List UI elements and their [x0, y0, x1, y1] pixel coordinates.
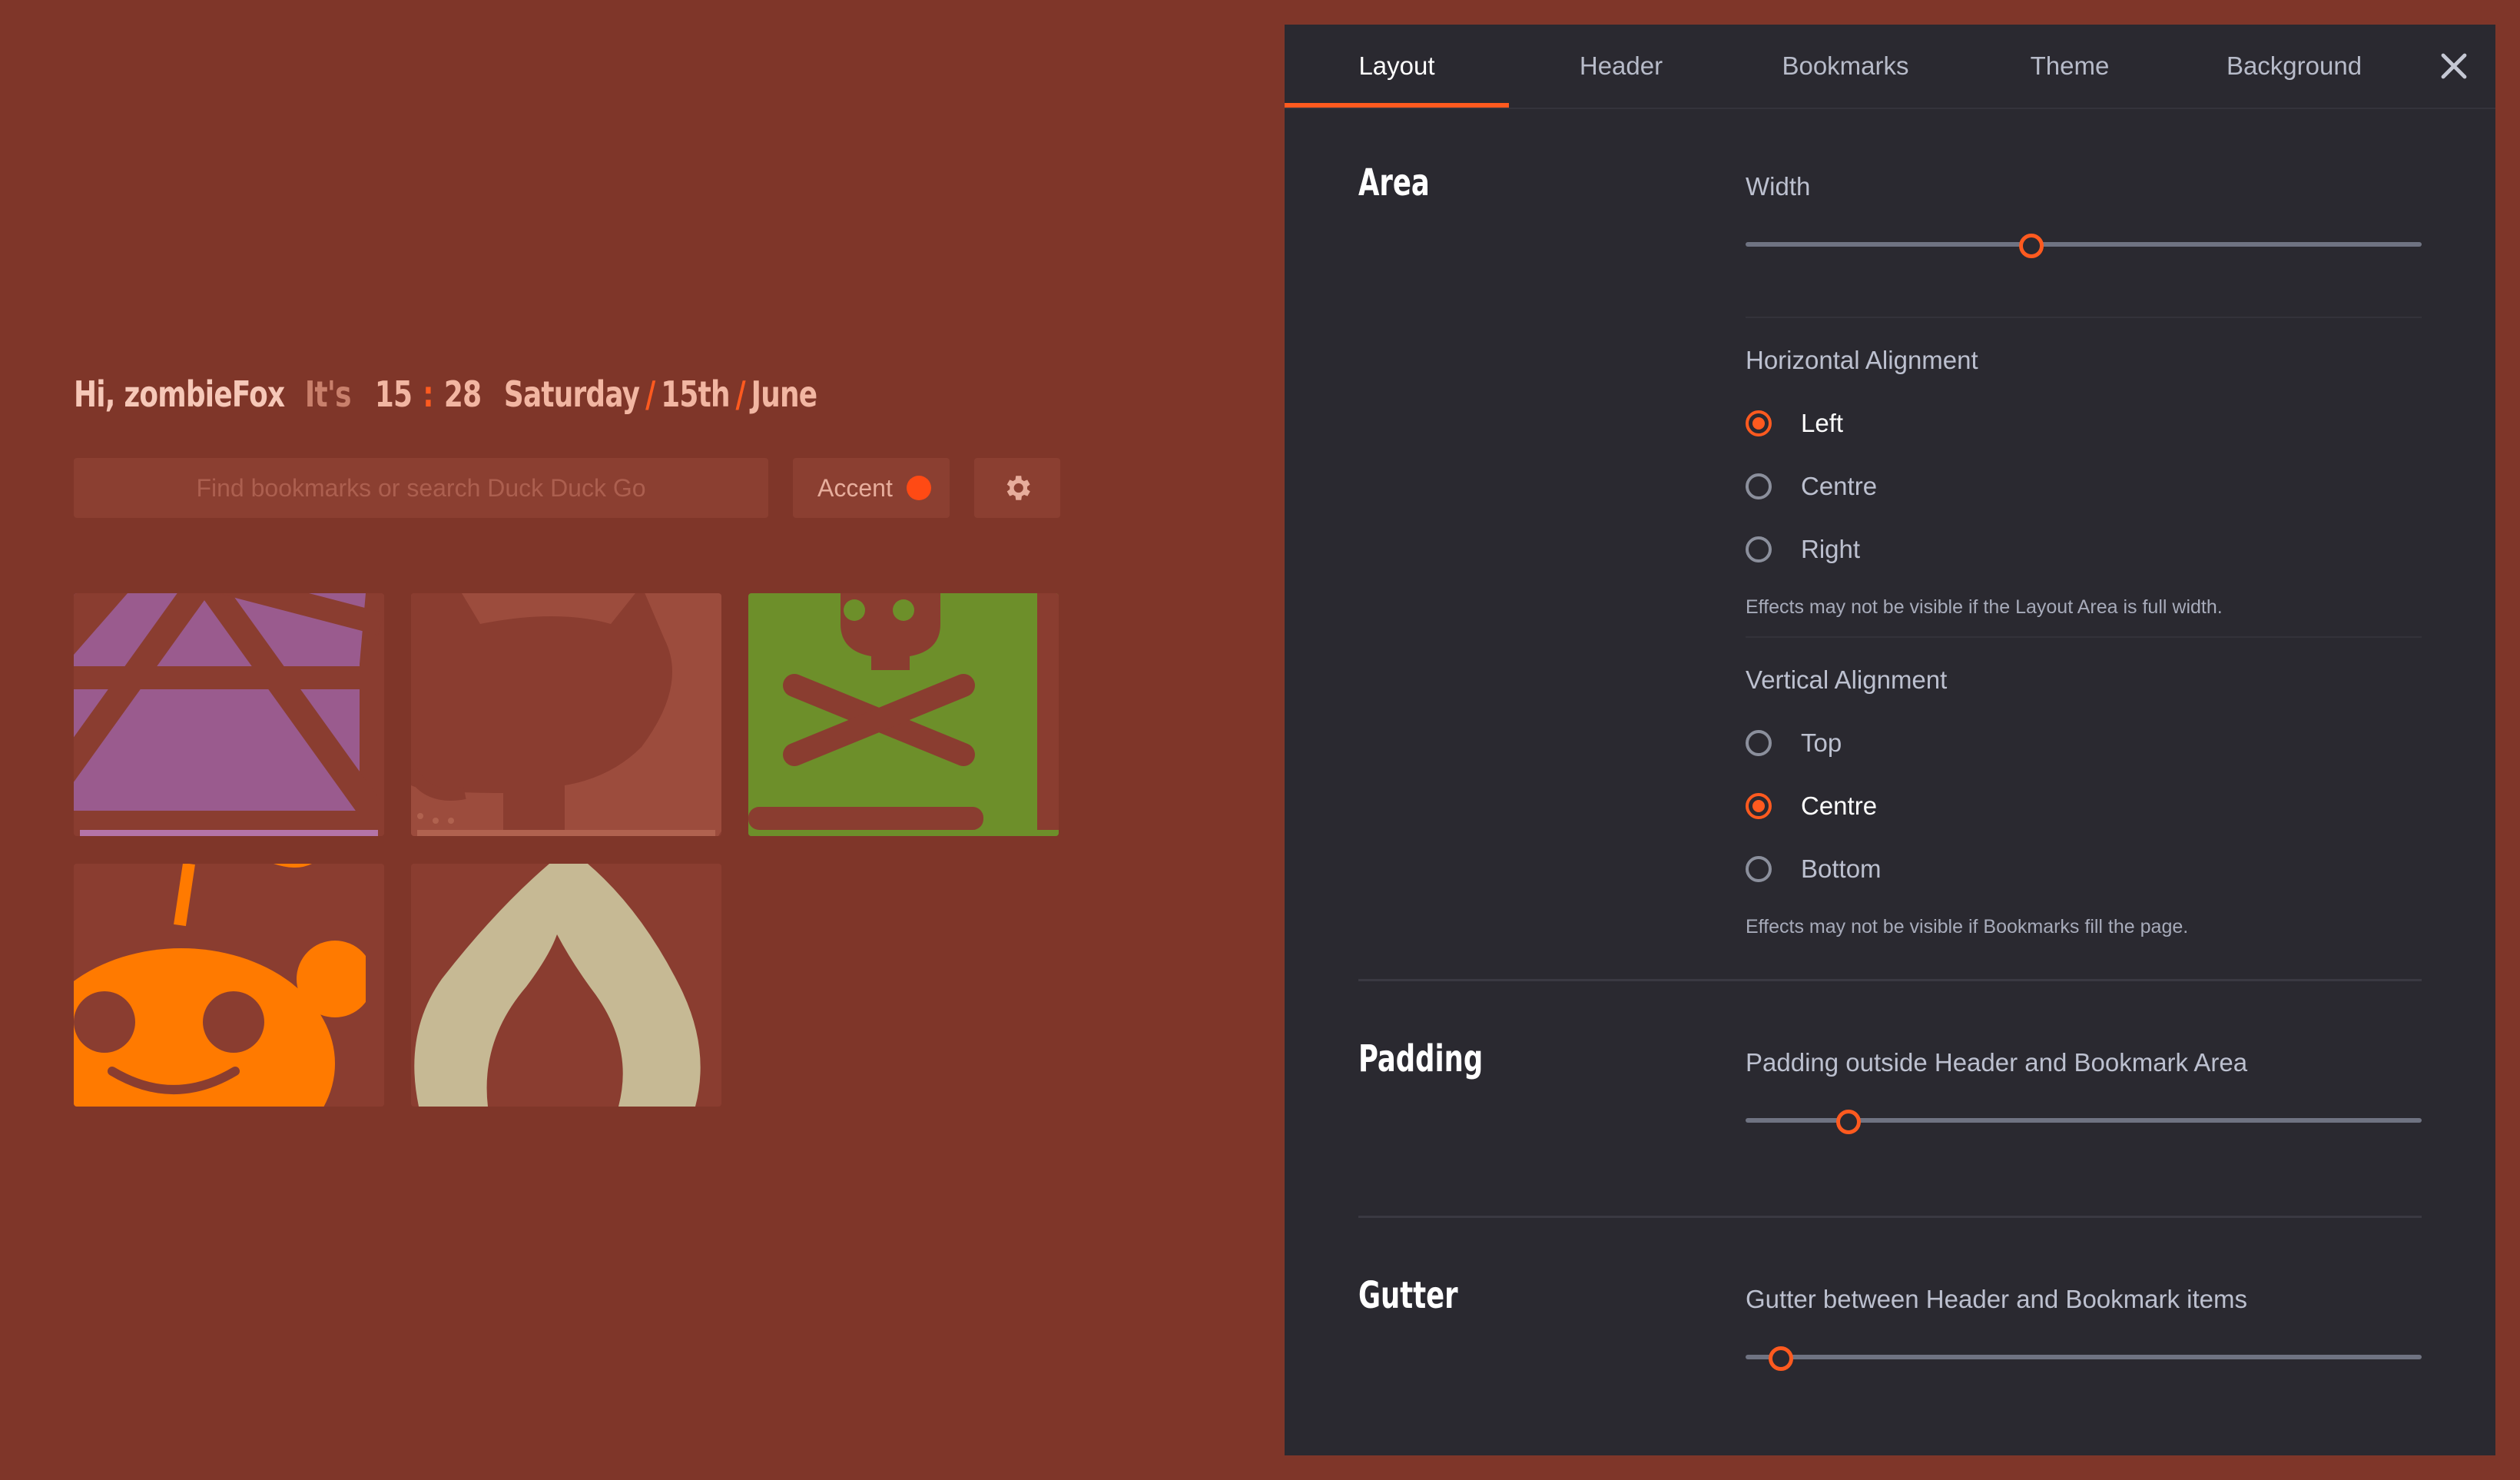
date-month: June	[751, 373, 817, 415]
radio-label: Centre	[1801, 472, 1878, 500]
section-divider	[1358, 1216, 2422, 1218]
bookmark-tile[interactable]	[74, 864, 384, 1107]
date-date: 15th	[661, 373, 730, 415]
radio-circle	[1746, 856, 1772, 882]
radio-halign-centre[interactable]: Centre	[1746, 467, 1877, 506]
divider	[1746, 317, 2422, 318]
gutter-slider[interactable]	[1746, 1342, 2422, 1372]
active-tab-indicator	[1285, 103, 1509, 108]
settings-button[interactable]	[974, 458, 1060, 518]
clock-separator: :	[423, 373, 433, 415]
radio-valign-centre[interactable]: Centre	[1746, 787, 1877, 825]
bookmark-tile[interactable]	[411, 593, 721, 836]
section-title-padding: Padding	[1358, 1037, 1484, 1080]
divider	[1746, 636, 2422, 638]
slider-thumb[interactable]	[1769, 1346, 1793, 1371]
radio-label: Right	[1801, 535, 1861, 563]
reddit-alien-icon	[74, 864, 384, 1107]
greeting-header: Hi, zombieFox It's 15 : 28 Saturday / 15…	[74, 373, 817, 415]
close-icon[interactable]	[2435, 48, 2472, 85]
slider-thumb[interactable]	[1836, 1110, 1861, 1134]
date-separator: /	[645, 373, 655, 415]
horizontal-alignment-label: Horizontal Alignment	[1746, 346, 1978, 374]
width-label: Width	[1746, 172, 1811, 201]
clock-minute: 28	[443, 373, 482, 415]
section-divider	[1358, 979, 2422, 981]
radio-circle	[1746, 730, 1772, 756]
tab-background[interactable]: Background	[2182, 25, 2406, 108]
greeting-name: Hi, zombieFox	[74, 373, 285, 415]
d20-icon	[74, 593, 384, 836]
width-slider[interactable]	[1746, 229, 2422, 260]
radio-valign-top[interactable]: Top	[1746, 724, 1842, 762]
radio-circle	[1746, 473, 1772, 499]
search-input[interactable]: Find bookmarks or search Duck Duck Go	[74, 458, 768, 518]
tab-layout[interactable]: Layout	[1285, 25, 1509, 108]
flame-icon	[411, 864, 721, 1107]
radio-circle	[1746, 536, 1772, 562]
vertical-alignment-label: Vertical Alignment	[1746, 665, 1948, 694]
accent-button[interactable]: Accent	[793, 458, 950, 518]
greeting-its: It's	[304, 373, 352, 415]
radio-halign-left[interactable]: Left	[1746, 404, 1843, 443]
section-title-area: Area	[1358, 161, 1430, 204]
date-separator: /	[735, 373, 746, 415]
section-title-gutter: Gutter	[1358, 1274, 1458, 1317]
date-day: Saturday	[503, 373, 640, 415]
bookmark-tile[interactable]	[74, 593, 384, 836]
padding-slider[interactable]	[1746, 1105, 2422, 1136]
radio-halign-right[interactable]: Right	[1746, 530, 1860, 569]
slider-thumb[interactable]	[2018, 234, 2044, 258]
radio-valign-bottom[interactable]: Bottom	[1746, 850, 1882, 888]
radio-label: Top	[1801, 728, 1842, 757]
slider-track	[1746, 1355, 2422, 1359]
valign-hint: Effects may not be visible if Bookmarks …	[1746, 916, 2189, 937]
search-placeholder: Find bookmarks or search Duck Duck Go	[196, 473, 646, 502]
gutter-label: Gutter between Header and Bookmark items	[1746, 1285, 2247, 1313]
bookmark-tile[interactable]	[748, 593, 1059, 836]
accent-color-swatch	[907, 476, 931, 500]
radio-circle	[1746, 410, 1772, 436]
skull-crossbones-icon	[748, 593, 1059, 836]
radio-circle	[1746, 793, 1772, 819]
clock-hour: 15	[374, 373, 413, 415]
tab-bookmarks[interactable]: Bookmarks	[1733, 25, 1958, 108]
radio-label: Bottom	[1801, 854, 1882, 883]
gear-icon	[1006, 476, 1030, 500]
slider-track	[1746, 242, 2422, 247]
halign-hint: Effects may not be visible if the Layout…	[1746, 596, 2223, 618]
padding-label: Padding outside Header and Bookmark Area	[1746, 1048, 2248, 1077]
tab-header[interactable]: Header	[1509, 25, 1733, 108]
accent-label: Accent	[817, 473, 893, 502]
settings-panel: Layout Header Bookmarks Theme Background…	[1285, 25, 2495, 1455]
tab-theme[interactable]: Theme	[1958, 25, 2182, 108]
radio-label: Centre	[1801, 791, 1878, 820]
settings-tabs: Layout Header Bookmarks Theme Background	[1285, 25, 2495, 109]
radio-label: Left	[1801, 409, 1844, 437]
github-octocat-icon	[411, 593, 721, 836]
bookmark-tile[interactable]	[411, 864, 721, 1107]
